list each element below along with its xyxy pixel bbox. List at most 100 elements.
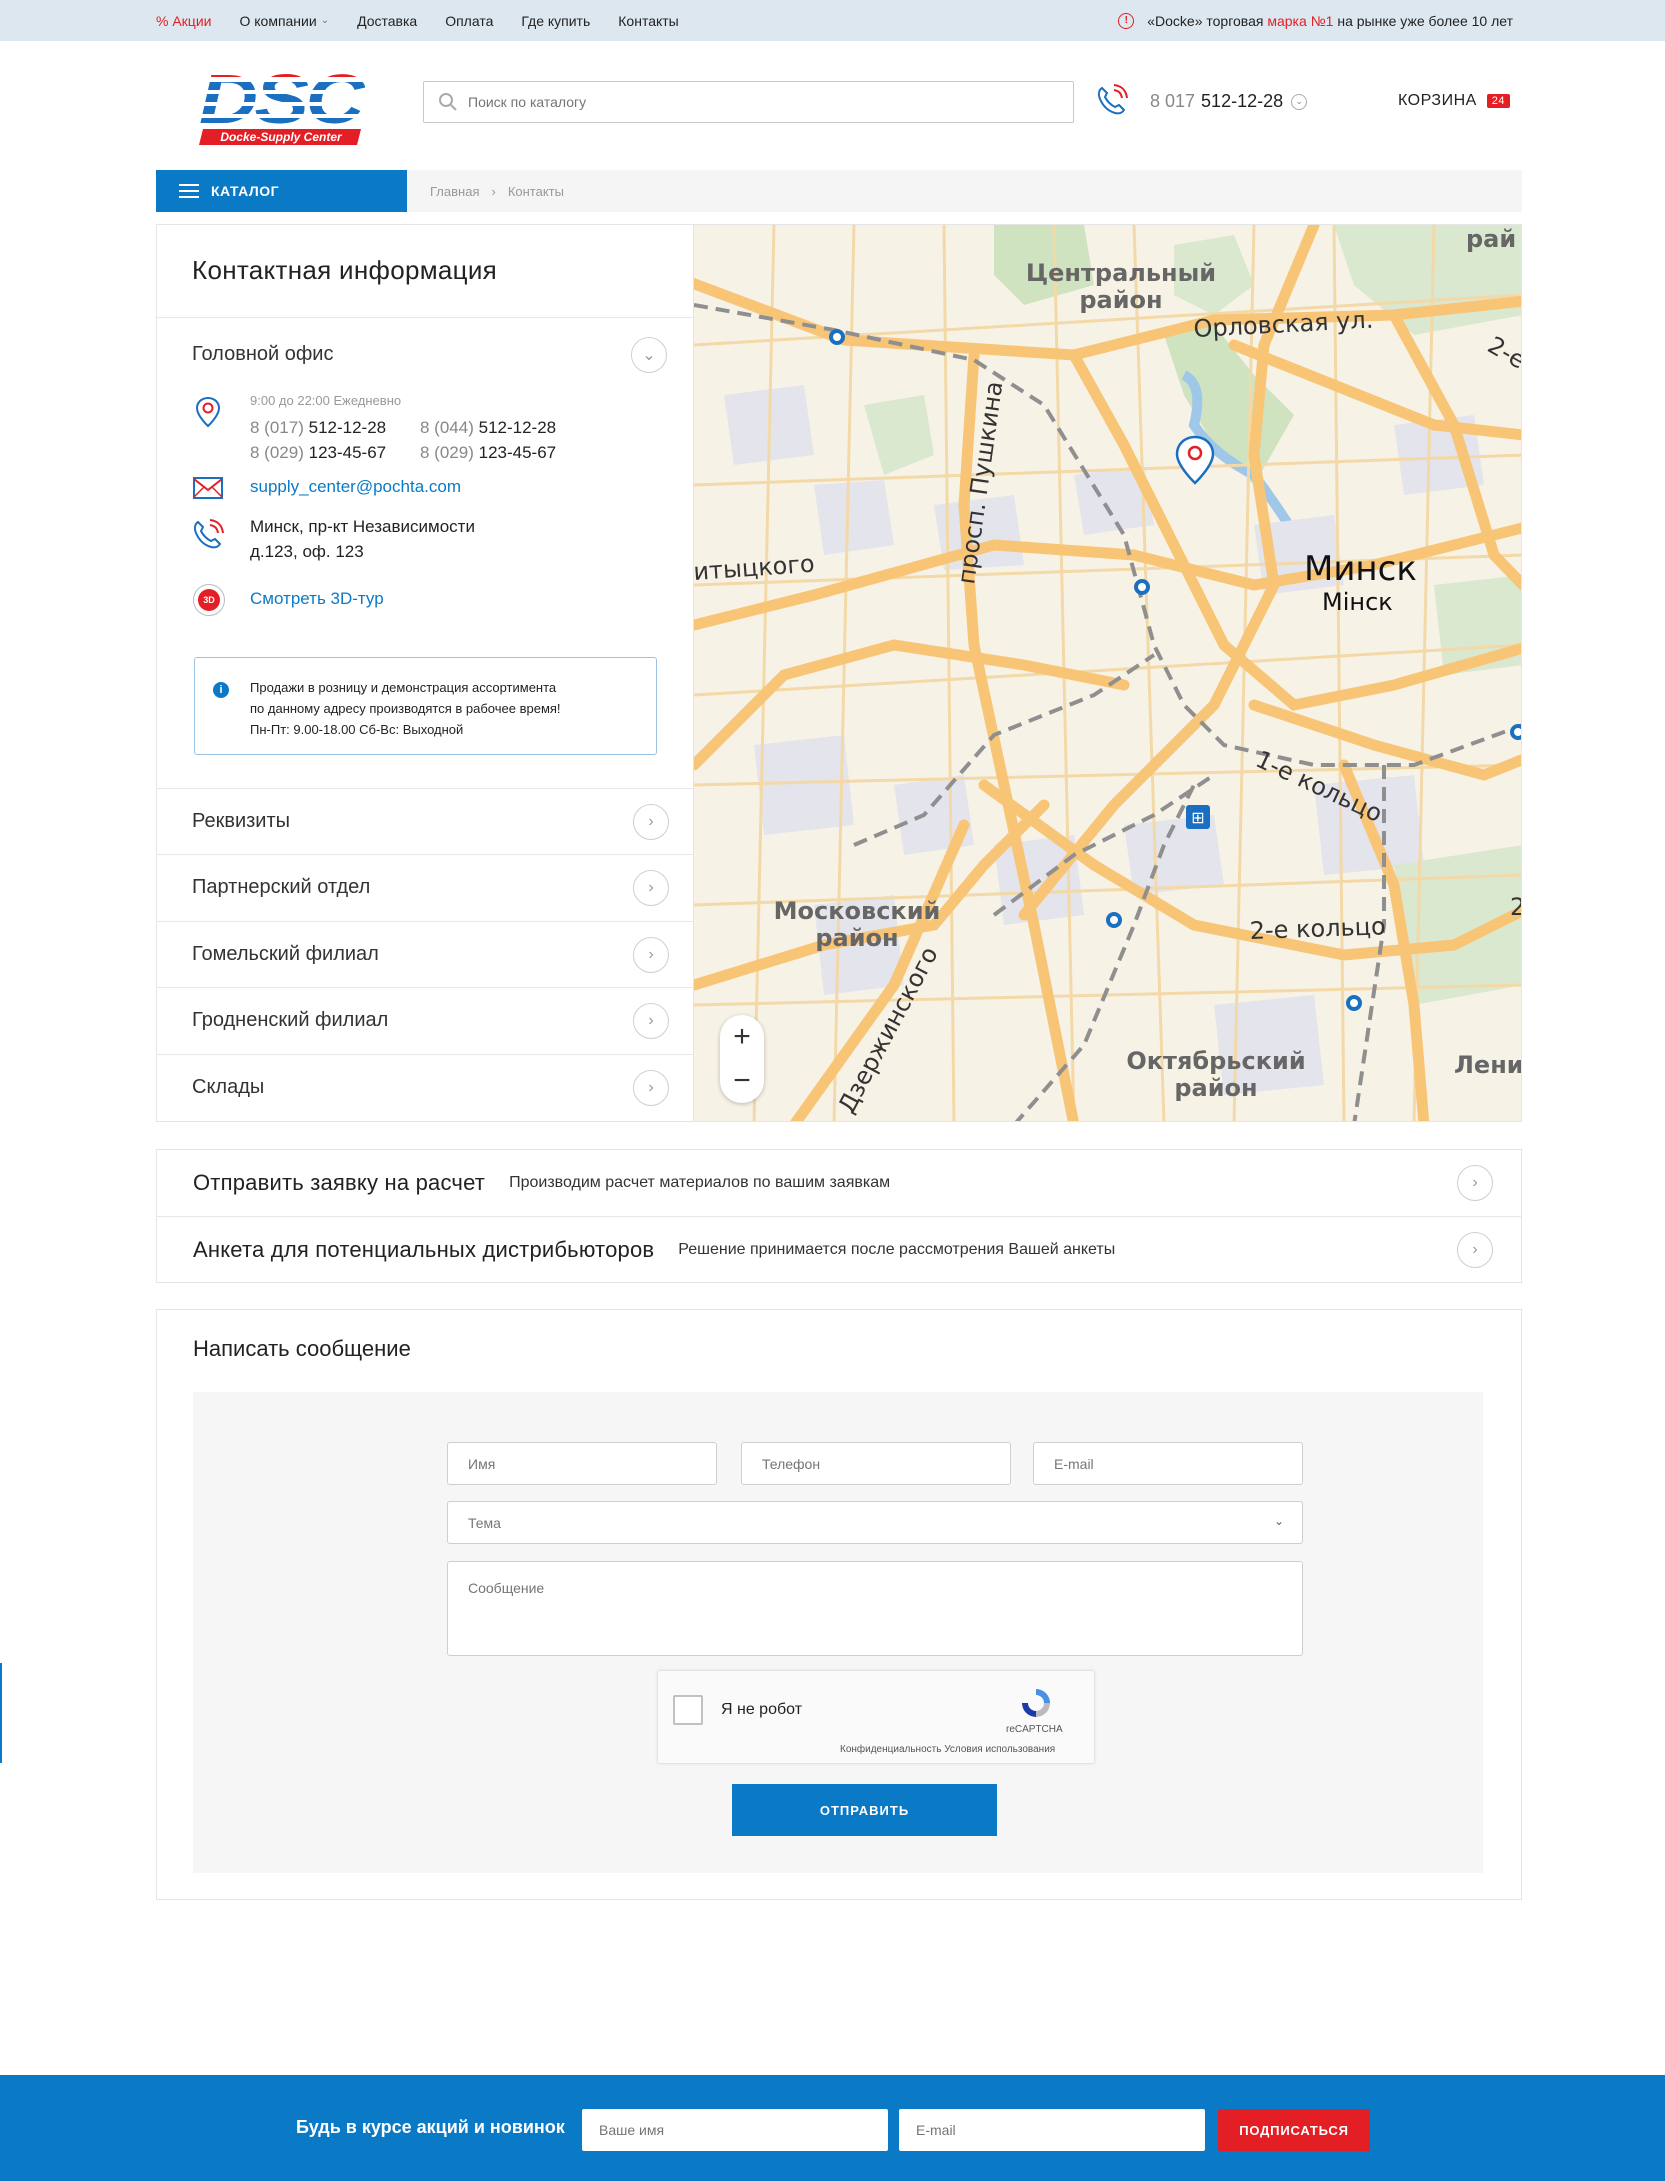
email-field[interactable] (1033, 1442, 1303, 1485)
phone-item[interactable]: 8 (029) 123-45-67 (250, 440, 420, 465)
search-input[interactable] (468, 94, 1028, 110)
request-desc: Решение принимается после рассмотрения В… (678, 1241, 1116, 1258)
section-title: Написать сообщение (193, 1336, 411, 1361)
phone-list: 8 (017) 512-12-28 8 (044) 512-12-28 8 (02… (250, 415, 590, 465)
accordion-grodno-branch[interactable]: Гродненский филиал › (157, 987, 694, 1053)
distributor-form-row[interactable]: Анкета для потенциальных дистрибьюторов … (157, 1217, 1521, 1283)
zoom-in-button[interactable]: + (720, 1015, 764, 1059)
nav-delivery-link[interactable]: Доставка (357, 13, 417, 29)
nav-about-label: О компании (239, 12, 317, 29)
map-label: рай (1466, 225, 1516, 253)
recaptcha-icon (1022, 1689, 1050, 1717)
nav-about-link[interactable]: О компании ⌄ (239, 13, 329, 29)
logo-subtitle: Docke-Supply Center (220, 130, 343, 144)
expand-button[interactable]: › (633, 870, 669, 906)
captcha-terms[interactable]: Конфиденциальность Условия использования (840, 1744, 1055, 1755)
map-label: район (1174, 1074, 1257, 1102)
subscribe-bar: Будь в курсе акций и новинок ПОДПИСАТЬСЯ (0, 2075, 1665, 2181)
captcha-label: Я не робот (721, 1701, 803, 1718)
accordion-gomel-branch[interactable]: Гомельский филиал › (157, 921, 694, 987)
accordion-label: Партнерский отдел (192, 876, 371, 898)
search-box[interactable] (423, 81, 1074, 123)
captcha-brand: reCAPTCHA (1006, 1724, 1063, 1735)
nav-where-to-buy-link[interactable]: Где купить (521, 13, 590, 29)
accordion-label: Склады (192, 1076, 265, 1098)
info-notice: i Продажи в розницу и демонстрация ассор… (194, 657, 657, 755)
nav-promo-link[interactable]: % Акции (156, 13, 211, 29)
collapse-button[interactable]: ⌄ (631, 337, 667, 373)
subject-select[interactable]: Тема ⌄ (447, 1501, 1303, 1544)
map-label: 2-е кольцо (1249, 912, 1386, 945)
slogan: ! «Docke» торговая марка №1 на рынке уже… (1118, 0, 1513, 41)
recaptcha-widget: Я не робот reCAPTCHA Конфиденциальность … (657, 1670, 1095, 1764)
zoom-out-button[interactable]: − (720, 1059, 764, 1103)
phone-icon (193, 519, 224, 549)
request-links: Отправить заявку на расчет Производим ра… (156, 1149, 1522, 1283)
message-textarea[interactable] (447, 1561, 1303, 1656)
phone-item[interactable]: 8 (017) 512-12-28 (250, 415, 420, 440)
name-field[interactable] (447, 1442, 717, 1485)
chevron-down-icon[interactable]: ⌄ (1291, 93, 1308, 110)
cart-link[interactable]: КОРЗИНА 24 (1398, 92, 1511, 110)
expand-button[interactable]: › (633, 937, 669, 973)
chevron-right-icon: › (648, 813, 654, 830)
expand-button[interactable]: › (633, 1070, 669, 1106)
cart-label: КОРЗИНА (1398, 92, 1477, 109)
map-label: Московский (774, 897, 941, 925)
address-line-1: Минск, пр-кт Независимости (250, 517, 475, 536)
3d-tour-icon: 3D (193, 584, 225, 616)
logo[interactable]: DSC Docke-Supply Center (197, 63, 365, 147)
catalog-button[interactable]: КАТАЛОГ (156, 170, 407, 212)
subscribe-button[interactable]: ПОДПИСАТЬСЯ (1218, 2109, 1370, 2151)
phone-item[interactable]: 8 (029) 123-45-67 (420, 440, 590, 465)
notice-text: Продажи в розницу и демонстрация ассорти… (250, 677, 650, 740)
map-label: Центральный (1026, 259, 1216, 287)
office-map-pin[interactable] (1175, 435, 1215, 485)
subscribe-email-input[interactable] (899, 2109, 1205, 2151)
side-tab[interactable] (0, 1663, 2, 1763)
phone-item[interactable]: 8 (044) 512-12-28 (420, 415, 590, 440)
email-link[interactable]: supply_center@pochta.com (250, 477, 461, 497)
phone-num: 512-12-28 (308, 418, 387, 437)
top-nav: % Акции О компании ⌄ Доставка Оплата Где … (156, 0, 707, 41)
notice-line: Продажи в розницу и демонстрация ассорти… (250, 680, 557, 695)
request-calc-row[interactable]: Отправить заявку на расчет Производим ра… (157, 1150, 1521, 1216)
3d-tour-link[interactable]: Смотреть 3D-тур (250, 589, 384, 609)
breadcrumb-home[interactable]: Главная (430, 184, 479, 199)
office-hours: 9:00 до 22:00 Ежедневно (250, 393, 402, 408)
phone-field[interactable] (741, 1442, 1011, 1485)
search-icon (439, 93, 457, 111)
slogan-highlight: марка №1 (1267, 12, 1334, 29)
contact-panel: Контактная информация Головной офис ⌄ 9:… (156, 224, 694, 1122)
chevron-right-icon: › (1472, 1241, 1478, 1258)
accordion-partner-dept[interactable]: Партнерский отдел › (157, 854, 694, 920)
expand-button[interactable]: › (633, 804, 669, 840)
cart-count-badge: 24 (1486, 94, 1511, 108)
phone-code: 8 (029) (250, 443, 304, 462)
phone-num: 512-12-28 (478, 418, 557, 437)
accordion-warehouses[interactable]: Склады › (157, 1054, 694, 1120)
divider (157, 317, 694, 318)
header-phone[interactable]: 8 017 512-12-28 ⌄ (1150, 91, 1308, 112)
map[interactable]: ⊞ Центральный район Московский район Окт… (693, 224, 1522, 1122)
send-button[interactable]: ОТПРАВИТЬ (732, 1784, 997, 1836)
slogan-pre: «Docke» торговая (1147, 12, 1268, 29)
map-city-label-by: Мінск (1322, 588, 1393, 616)
map-label: 2-е (1483, 331, 1522, 375)
breadcrumb-current: Контакты (507, 183, 564, 199)
request-desc: Производим расчет материалов по вашим за… (509, 1174, 891, 1191)
map-label: Орловская ул. (1193, 306, 1374, 343)
map-label: Ленински (1454, 1051, 1522, 1079)
office-title[interactable]: Головной офис (192, 343, 333, 366)
chevron-down-icon: ⌄ (320, 15, 330, 26)
accordion-requisites[interactable]: Реквизиты › (157, 788, 694, 854)
open-button[interactable]: › (1457, 1232, 1493, 1268)
phone-num: 123-45-67 (308, 443, 387, 462)
captcha-checkbox[interactable] (673, 1695, 703, 1725)
expand-button[interactable]: › (633, 1003, 669, 1039)
map-canvas: ⊞ Центральный район Московский район Окт… (694, 225, 1522, 1121)
subscribe-name-input[interactable] (582, 2109, 888, 2151)
nav-payment-link[interactable]: Оплата (445, 13, 493, 29)
nav-contacts-link[interactable]: Контакты (618, 13, 678, 29)
open-button[interactable]: › (1457, 1165, 1493, 1201)
